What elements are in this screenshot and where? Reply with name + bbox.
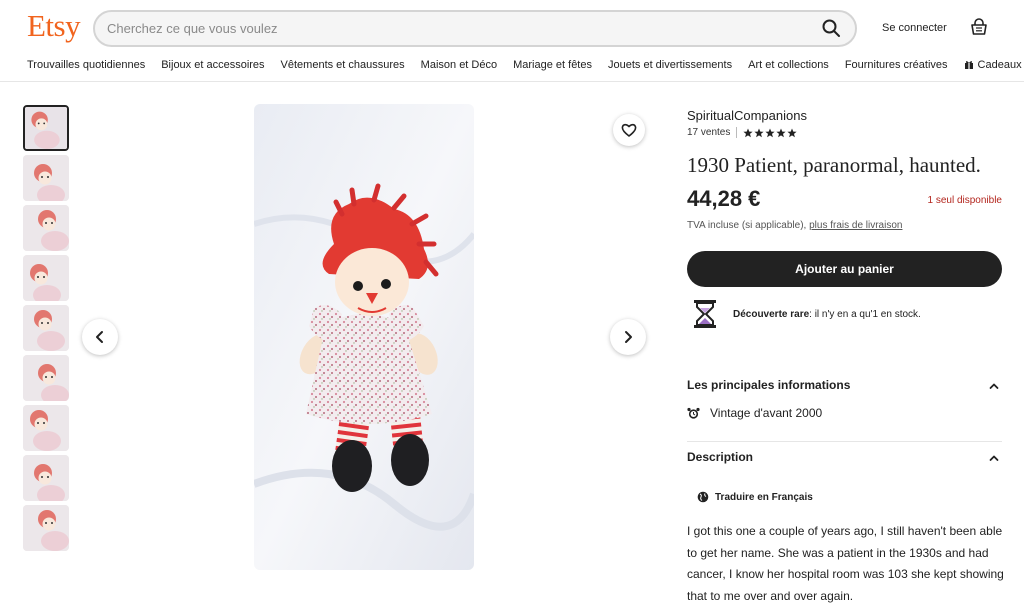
thumbnail-image[interactable]	[23, 305, 69, 351]
cart-icon[interactable]	[970, 18, 988, 36]
detail-item: Vintage d'avant 2000	[687, 406, 822, 420]
search-bar[interactable]	[93, 10, 857, 47]
divider	[736, 127, 738, 138]
favorite-button[interactable]	[613, 114, 645, 146]
thumbnail-image[interactable]	[23, 255, 69, 301]
nav-item[interactable]: Mariage et fêtes	[513, 59, 592, 71]
nav-item[interactable]: Trouvailles quotidiennes	[27, 59, 145, 71]
detail-text: Vintage d'avant 2000	[710, 406, 823, 420]
gift-icon	[964, 61, 973, 69]
translate-label: Traduire en Français	[715, 491, 813, 503]
nav-item[interactable]: Bijoux et accessoires	[161, 59, 264, 71]
thumbnail-photo	[23, 355, 69, 401]
nav-gifts-label: Cadeaux	[977, 59, 1022, 71]
rare-find-label: Découverte rare	[733, 308, 810, 320]
sign-in-link[interactable]: Se connecter	[882, 22, 947, 34]
thumbnail-image[interactable]	[23, 505, 69, 551]
shipping-link[interactable]: plus frais de livraison	[809, 220, 902, 231]
next-image-button[interactable]	[610, 319, 646, 355]
site-header: Etsy Se connecter Trouvailles quotidienn…	[0, 0, 1024, 82]
thumbnail-image[interactable]	[23, 455, 69, 501]
etsy-logo[interactable]: Etsy	[27, 8, 81, 44]
thumbnail-photo	[23, 155, 69, 201]
nav-item[interactable]: Vêtements et chaussures	[281, 59, 405, 71]
star-icon	[743, 128, 753, 137]
price: 44,28 €	[687, 186, 761, 211]
star-icon	[754, 128, 764, 137]
thumbnail-photo	[23, 455, 69, 501]
chevron-right-icon	[625, 331, 632, 343]
thumbnail-photo	[23, 305, 69, 351]
alarm-clock-icon	[687, 407, 700, 419]
thumbnail-image[interactable]	[23, 355, 69, 401]
main-product-image[interactable]	[254, 104, 474, 570]
nav-item-gifts[interactable]: Cadeaux	[964, 59, 1022, 71]
add-to-cart-button[interactable]: Ajouter au panier	[687, 251, 1002, 287]
description-text: I got this one a couple of years ago, I …	[687, 524, 1004, 603]
nav-item[interactable]: Maison et Déco	[421, 59, 497, 71]
vat-note: TVA incluse (si applicable), plus frais …	[687, 220, 902, 231]
nav-item[interactable]: Art et collections	[748, 59, 829, 71]
star-icon	[776, 128, 786, 137]
chevron-left-icon	[96, 331, 103, 343]
rating-stars[interactable]	[743, 128, 797, 138]
chevron-up-icon[interactable]	[988, 452, 1000, 464]
search-icon[interactable]	[821, 18, 841, 38]
vat-text: TVA incluse (si applicable),	[687, 220, 810, 231]
star-icon	[787, 128, 797, 137]
hourglass-icon	[694, 300, 716, 328]
thumbnail-photo	[23, 255, 69, 301]
rare-find-detail: : il n'y en a qu'1 en stock.	[809, 308, 921, 320]
thumbnail-photo	[23, 505, 69, 551]
thumbnail-image[interactable]	[23, 205, 69, 251]
shop-rating-row: 17 ventes	[687, 127, 797, 138]
thumbnail-image[interactable]	[23, 105, 69, 151]
thumbnail-image[interactable]	[23, 155, 69, 201]
nav-item[interactable]: Jouets et divertissements	[608, 59, 732, 71]
rare-find-text: Découverte rare: il n'y en a qu'1 en sto…	[733, 309, 921, 320]
doll-photo	[254, 104, 474, 570]
shop-name-link[interactable]: SpiritualCompanions	[687, 108, 807, 123]
description-heading[interactable]: Description	[687, 450, 753, 464]
key-details-heading[interactable]: Les principales informations	[687, 378, 850, 392]
thumbnail-photo	[25, 107, 67, 149]
nav-item[interactable]: Fournitures créatives	[845, 59, 948, 71]
section-divider	[687, 441, 1002, 442]
translate-button[interactable]: Traduire en Français	[697, 491, 813, 503]
star-icon	[765, 128, 775, 137]
heart-icon	[621, 123, 637, 137]
chevron-up-icon[interactable]	[988, 380, 1000, 392]
thumbnail-photo	[23, 205, 69, 251]
rare-find-notice: Découverte rare: il n'y en a qu'1 en sto…	[692, 299, 921, 329]
stock-status: 1 seul disponible	[927, 195, 1003, 206]
globe-icon	[697, 491, 709, 503]
previous-image-button[interactable]	[82, 319, 118, 355]
listing-title: 1930 Patient, paranormal, haunted.	[687, 153, 981, 177]
category-nav: Trouvailles quotidiennes Bijoux et acces…	[27, 59, 1022, 71]
search-input[interactable]	[107, 12, 807, 45]
thumbnail-image[interactable]	[23, 405, 69, 451]
thumbnail-photo	[23, 405, 69, 451]
sales-count: 17 ventes	[687, 127, 731, 138]
